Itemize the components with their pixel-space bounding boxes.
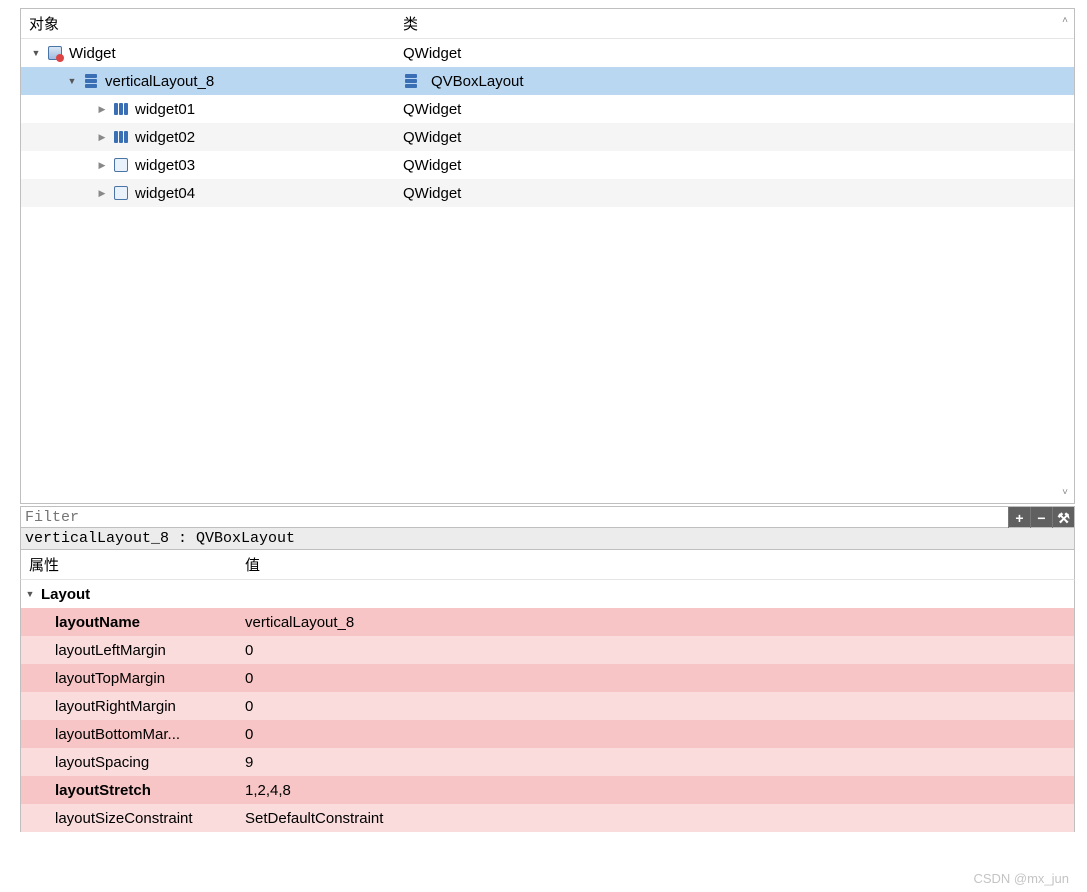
property-header-name[interactable]: 属性	[21, 554, 239, 575]
tree-item-class: QWidget	[403, 185, 461, 202]
filter-tools: + − ⚒	[1008, 507, 1074, 527]
tree-row[interactable]: verticalLayout_8 QVBoxLayout	[21, 67, 1074, 95]
property-value[interactable]: 1,2,4,8	[239, 782, 1074, 799]
tree-item-name: widget01	[135, 101, 195, 118]
chevron-right-icon[interactable]	[95, 186, 109, 200]
property-name: layoutBottomMar...	[55, 726, 180, 743]
property-row[interactable]: layoutBottomMar... 0	[21, 720, 1074, 748]
property-value[interactable]: 0	[239, 726, 1074, 743]
tree-rows: Widget QWidget verticalLayout_8 QVBoxLayout…	[21, 39, 1074, 207]
tree-row[interactable]: widget02 QWidget	[21, 123, 1074, 151]
widget-icon	[47, 45, 63, 61]
property-name: layoutStretch	[55, 782, 151, 799]
property-name: layoutLeftMargin	[55, 642, 166, 659]
tree-row[interactable]: widget01 QWidget	[21, 95, 1074, 123]
property-header-value[interactable]: 值	[239, 554, 1074, 575]
form-icon	[113, 185, 129, 201]
property-name: layoutSizeConstraint	[55, 810, 193, 827]
tree-header: 对象 类	[21, 9, 1074, 39]
filter-input[interactable]	[21, 509, 1008, 526]
property-name: layoutName	[55, 614, 140, 631]
filter-bar: + − ⚒	[20, 506, 1075, 528]
tree-item-class: QWidget	[403, 45, 461, 62]
property-row[interactable]: layoutSpacing 9	[21, 748, 1074, 776]
hstack-icon	[113, 129, 129, 145]
property-value[interactable]: 0	[239, 698, 1074, 715]
watermark: CSDN @mx_jun	[973, 871, 1069, 886]
property-value[interactable]: 0	[239, 670, 1074, 687]
chevron-right-icon[interactable]	[95, 130, 109, 144]
filter-add-button[interactable]: +	[1008, 507, 1030, 529]
property-row[interactable]: layoutLeftMargin 0	[21, 636, 1074, 664]
property-value[interactable]: 0	[239, 642, 1074, 659]
tree-item-name: widget02	[135, 129, 195, 146]
property-group-label: Layout	[41, 586, 90, 603]
property-header: 属性 值	[20, 550, 1075, 580]
property-value[interactable]: verticalLayout_8	[239, 614, 1074, 631]
selected-object-label: verticalLayout_8 : QVBoxLayout	[20, 528, 1075, 550]
property-value[interactable]: SetDefaultConstraint	[239, 810, 1074, 827]
property-row[interactable]: layoutStretch 1,2,4,8	[21, 776, 1074, 804]
scroll-down-icon[interactable]: ˅	[1058, 485, 1072, 499]
property-name: layoutTopMargin	[55, 670, 165, 687]
property-name: layoutRightMargin	[55, 698, 176, 715]
filter-configure-button[interactable]: ⚒	[1052, 507, 1074, 529]
chevron-down-icon[interactable]	[29, 46, 43, 60]
property-row[interactable]: layoutTopMargin 0	[21, 664, 1074, 692]
chevron-right-icon[interactable]	[95, 158, 109, 172]
form-icon	[113, 157, 129, 173]
property-table: Layout layoutName verticalLayout_8 layoutL…	[20, 580, 1075, 832]
vlayout-icon	[83, 73, 99, 89]
chevron-down-icon[interactable]	[23, 587, 37, 601]
property-row[interactable]: layoutRightMargin 0	[21, 692, 1074, 720]
tree-item-class: QWidget	[403, 129, 461, 146]
tree-row[interactable]: widget04 QWidget	[21, 179, 1074, 207]
tree-item-class: QWidget	[403, 157, 461, 174]
tree-item-class: QWidget	[403, 101, 461, 118]
tree-item-name: widget04	[135, 185, 195, 202]
filter-remove-button[interactable]: −	[1030, 507, 1052, 529]
object-tree-panel: 对象 类 Widget QWidget verticalLayout_8 QVBoxL…	[20, 8, 1075, 504]
chevron-down-icon[interactable]	[65, 74, 79, 88]
vlayout-icon	[403, 73, 419, 89]
property-value[interactable]: 9	[239, 754, 1074, 771]
property-row[interactable]: layoutSizeConstraint SetDefaultConstraint	[21, 804, 1074, 832]
property-group-row[interactable]: Layout	[21, 580, 1074, 608]
tree-row[interactable]: Widget QWidget	[21, 39, 1074, 67]
property-row[interactable]: layoutName verticalLayout_8	[21, 608, 1074, 636]
tree-item-class: QVBoxLayout	[431, 73, 524, 90]
scroll-up-icon[interactable]: ˄	[1058, 13, 1072, 27]
tree-item-name: widget03	[135, 157, 195, 174]
tree-row[interactable]: widget03 QWidget	[21, 151, 1074, 179]
tree-item-name: Widget	[69, 45, 116, 62]
property-name: layoutSpacing	[55, 754, 149, 771]
chevron-right-icon[interactable]	[95, 102, 109, 116]
tree-item-name: verticalLayout_8	[105, 73, 214, 90]
tree-header-object[interactable]: 对象	[21, 13, 399, 34]
hstack-icon	[113, 101, 129, 117]
tree-header-class[interactable]: 类	[399, 13, 1074, 34]
